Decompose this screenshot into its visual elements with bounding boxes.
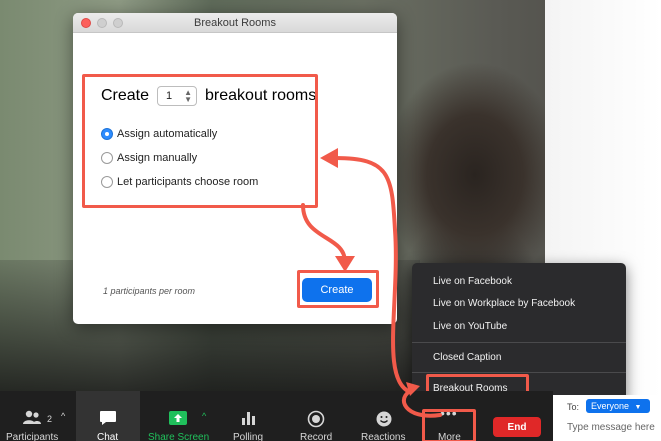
per-room-text: 1 participants per room <box>103 286 196 296</box>
reactions-icon <box>376 411 392 427</box>
dialog-title: Breakout Rooms <box>194 17 276 29</box>
maximize-window-button[interactable] <box>113 18 123 28</box>
chat-to-label: To: <box>567 402 580 412</box>
chat-button[interactable]: Chat <box>76 391 140 441</box>
participants-label: Participants <box>6 432 59 441</box>
dialog-titlebar: Breakout Rooms <box>73 13 397 33</box>
more-button-highlight <box>422 409 476 441</box>
menu-item-closed-caption[interactable]: Closed Caption <box>433 352 501 363</box>
participants-button[interactable]: 2 ^ Participants <box>6 391 68 441</box>
close-window-button[interactable] <box>81 18 91 28</box>
menu-item-live-youtube[interactable]: Live on YouTube <box>433 321 507 332</box>
menu-separator <box>412 342 626 343</box>
polling-button[interactable]: Polling <box>226 391 272 441</box>
chat-panel: To: Everyone ▼ Type message here <box>553 395 661 441</box>
end-meeting-button[interactable]: End <box>493 417 541 437</box>
participants-count: 2 <box>47 414 53 424</box>
minimize-window-button[interactable] <box>97 18 107 28</box>
options-highlight-box <box>82 74 318 208</box>
chat-label: Chat <box>97 432 119 441</box>
chat-icon <box>100 411 116 425</box>
reactions-button[interactable]: Reactions <box>358 391 414 441</box>
polling-icon <box>242 412 255 425</box>
share-caret-icon[interactable]: ^ <box>202 411 206 421</box>
chat-recipient-value: Everyone <box>591 401 630 411</box>
menu-item-live-workplace[interactable]: Live on Workplace by Facebook <box>433 298 575 309</box>
chat-message-input[interactable]: Type message here <box>567 422 655 433</box>
reactions-label: Reactions <box>361 432 406 441</box>
participants-caret-icon[interactable]: ^ <box>61 411 65 421</box>
record-button[interactable]: Record <box>294 391 340 441</box>
participants-icon <box>23 410 41 424</box>
polling-label: Polling <box>233 432 264 441</box>
menu-separator <box>412 372 626 373</box>
menu-item-live-facebook[interactable]: Live on Facebook <box>433 276 512 287</box>
breakout-rooms-dialog: Breakout Rooms Create 1 ▲ ▼ breakout room… <box>73 13 397 324</box>
share-screen-icon <box>169 411 187 425</box>
share-screen-button[interactable]: ^ Share Screen <box>144 391 216 441</box>
share-screen-label: Share Screen <box>148 432 210 441</box>
chat-recipient-select[interactable]: Everyone ▼ <box>586 399 650 413</box>
record-label: Record <box>300 432 333 441</box>
record-icon <box>307 410 325 428</box>
chevron-down-icon: ▼ <box>634 404 642 411</box>
create-button[interactable]: Create <box>302 278 372 302</box>
more-menu: Live on Facebook Live on Workplace by Fa… <box>412 263 626 403</box>
